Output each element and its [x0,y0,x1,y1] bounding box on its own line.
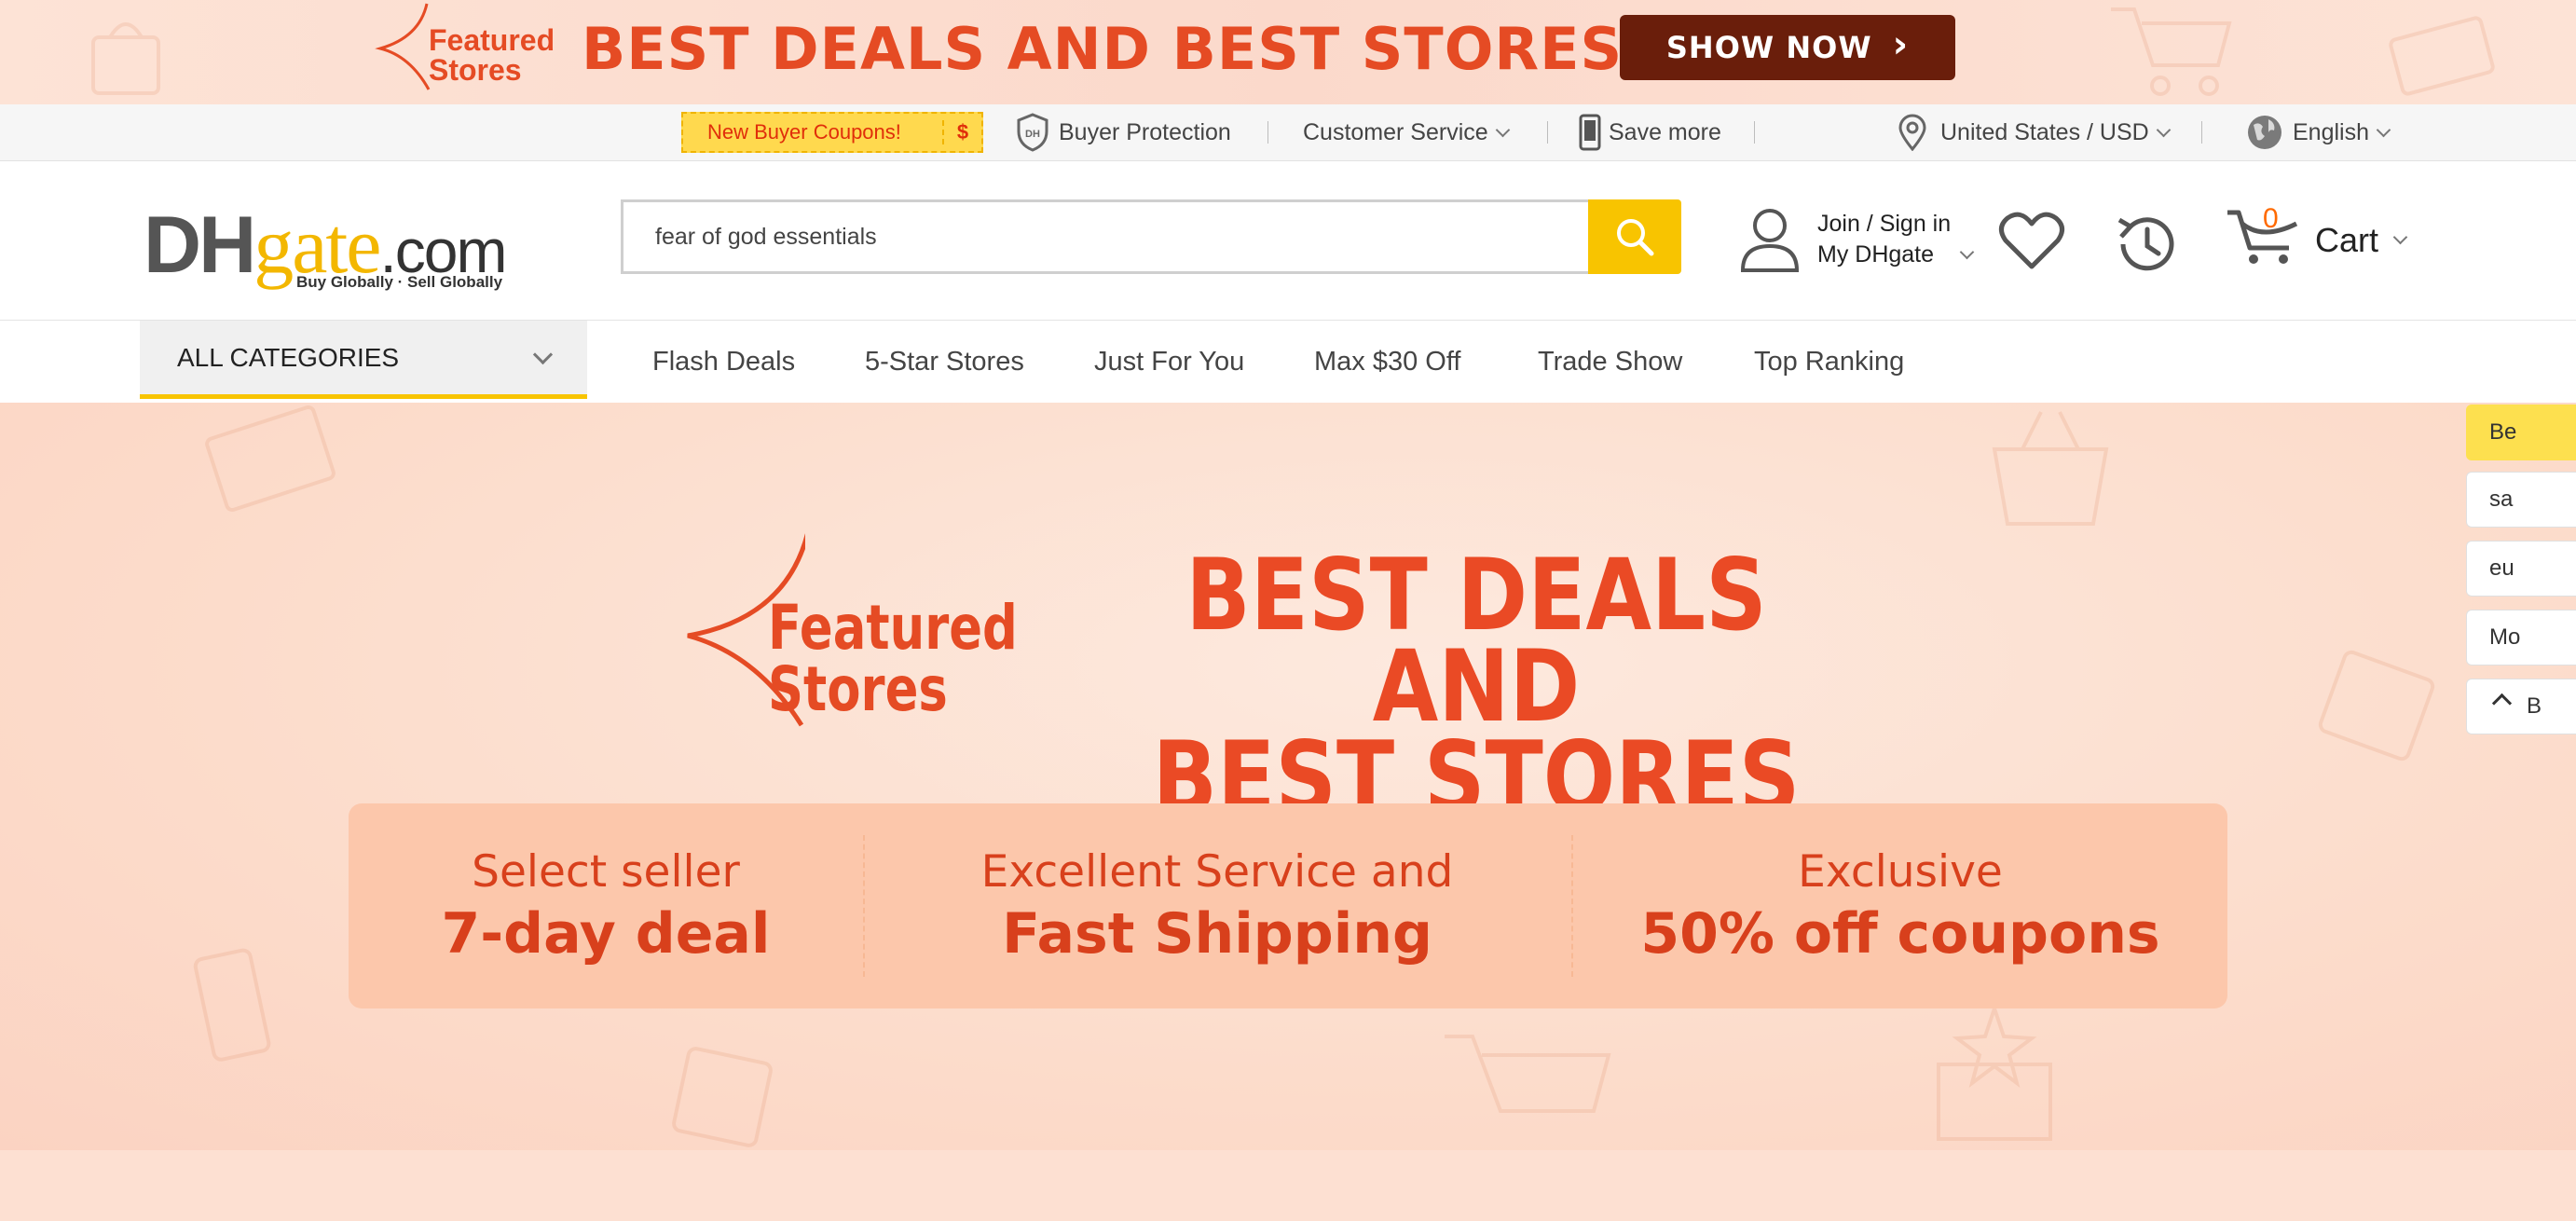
phone-icon [1579,114,1601,151]
promo-banner[interactable]: Featured Stores BEST DEALS AND BEST STOR… [0,0,2576,104]
benefit-line2: 50% off coupons [1640,900,2160,967]
all-categories-label: ALL CATEGORIES [177,342,400,372]
cart-button[interactable]: 0 Cart [2226,203,2408,273]
shopping-bag-icon [91,22,160,95]
coupon-label: New Buyer Coupons! [707,120,901,144]
show-now-label: SHOW NOW [1665,30,1872,65]
benefit-item: Exclusive 50% off coupons [1573,803,2227,1008]
new-buyer-coupons-link[interactable]: New Buyer Coupons! $ [681,112,983,153]
my-dhgate-label: My DHgate [1817,241,1935,268]
nav-top-ranking[interactable]: Top Ranking [1754,321,1904,403]
laptop-icon [205,405,336,513]
cart-count-badge: 0 [2263,203,2279,234]
ticket-icon [2318,650,2435,761]
svg-text:DH: DH [1025,129,1040,140]
cart-label: Cart [2315,220,2379,259]
language-label: English [2293,118,2369,145]
chevron-down-icon [1959,244,1975,260]
search-button[interactable] [1588,199,1681,274]
benefit-item: Select seller 7-day deal [349,803,863,1008]
divider [1754,121,1755,144]
divider [2201,121,2202,144]
chevron-down-icon [2392,229,2408,245]
save-more-label: Save more [1609,118,1721,145]
search-input[interactable] [623,202,1590,271]
featured-word: Featured [429,23,555,57]
side-panel-item[interactable]: sa [2466,472,2576,528]
side-panel-item[interactable]: Mo [2466,610,2576,665]
chevron-down-icon [1495,122,1510,137]
side-panel-item[interactable]: eu [2466,541,2576,597]
utility-bar: New Buyer Coupons! $ DH Buyer Protection… [0,104,2576,161]
divider [1267,121,1268,144]
nav-five-star-stores[interactable]: 5-Star Stores [865,321,1024,403]
shopping-cart-icon [2111,7,2232,96]
all-categories-dropdown[interactable]: ALL CATEGORIES [140,321,587,399]
basket-icon [1992,411,2109,526]
nav-just-for-you[interactable]: Just For You [1094,321,1244,403]
language-selector[interactable]: English [2246,104,2391,160]
logo-tagline: Buy Globally · Sell Globally [296,273,503,291]
benefit-line1: Exclusive [1798,845,2003,898]
benefit-line2: Fast Shipping [1002,900,1432,967]
hero-title-line1: BEST DEALS AND [1185,538,1767,744]
user-icon [1740,209,1800,272]
globe-icon [2248,116,2281,149]
benefit-line1: Excellent Service and [980,845,1454,898]
search-icon [1617,219,1654,256]
featured-word: Featured [768,592,1018,664]
page-continuation [0,1150,2576,1221]
buyer-protection-link[interactable]: DH Buyer Protection [1016,104,1231,160]
buyer-protection-label: Buyer Protection [1059,118,1231,145]
benefit-line2: 7-day deal [441,900,771,967]
region-currency-selector[interactable]: United States / USD [1898,104,2171,160]
gift-box-icon [1937,1002,2052,1141]
phone-outline-icon [193,948,271,1062]
chevron-down-icon [2156,122,2171,137]
shopping-bag-icon [672,1047,773,1147]
back-to-top-label: B [2527,693,2542,719]
search-box [621,199,1590,274]
chevron-right-icon: › [1892,23,1910,66]
coupon-icon [2389,16,2495,96]
coupon-dollar-icon: $ [942,120,981,144]
stores-word: Stores [429,53,522,87]
stores-word: Stores [768,653,948,725]
location-pin-icon [1898,114,1926,151]
benefits-card: Select seller 7-day deal Excellent Servi… [349,803,2227,1008]
chevron-up-icon [2491,693,2513,714]
chevron-down-icon [2376,122,2391,137]
nav-flash-deals[interactable]: Flash Deals [652,321,795,403]
heart-icon [1999,212,2064,269]
side-panel-item[interactable]: Be [2466,405,2576,460]
wishlist-button[interactable] [1998,211,2065,277]
featured-stores-logo: Featured Stores [684,514,1080,729]
customer-service-menu[interactable]: Customer Service [1303,104,1510,160]
browsing-history-button[interactable] [2114,211,2181,282]
promo-headline: BEST DEALS AND BEST STORES [582,15,1624,83]
benefit-line1: Select seller [472,845,740,898]
featured-stores-logo: Featured Stores [373,0,555,93]
shopping-cart-icon [1445,1035,1611,1113]
account-menu[interactable]: Join / Sign in My DHgate [1739,207,1975,272]
hero-title: BEST DEALS AND BEST STORES [1143,538,1810,828]
region-label: United States / USD [1940,118,2149,145]
show-now-button[interactable]: SHOW NOW › [1620,15,1955,80]
customer-service-label: Customer Service [1303,118,1488,145]
nav-trade-show[interactable]: Trade Show [1538,321,1682,403]
nav-max-30-off[interactable]: Max $30 Off [1314,321,1460,403]
history-icon [2117,217,2174,271]
divider [1547,121,1548,144]
join-sign-in-link[interactable]: Join / Sign in [1817,209,1972,240]
save-more-link[interactable]: Save more [1579,104,1721,160]
chevron-down-icon [532,344,554,365]
benefit-item: Excellent Service and Fast Shipping [865,803,1569,1008]
shield-icon: DH [1017,113,1048,152]
back-to-top-button[interactable]: B [2466,679,2576,734]
logo-dh: DH [144,200,256,290]
